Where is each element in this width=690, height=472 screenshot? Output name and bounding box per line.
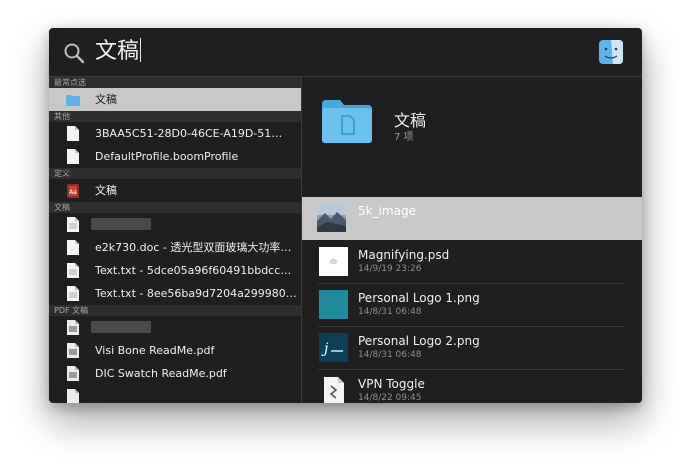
list-item[interactable] [49,213,301,236]
file-row[interactable]: Magnifying.psd 14/9/19 23:26 [302,241,642,284]
search-input[interactable]: 文稿 [95,38,142,66]
section-header-top-hits: 最常点选 [49,77,301,88]
app-document-thumbnail [324,377,344,403]
section-header-other: 其他 [49,111,301,122]
list-item-label: Text.txt - 8ee56ba9d7204a299980… [95,287,297,300]
preview-item-count: 7 项 [394,132,414,143]
list-item[interactable]: DefaultProfile.boomProfile [49,145,301,168]
list-item[interactable]: 3BAA5C51-28D0-46CE-A19D-51… [49,122,301,145]
text-document-icon [67,263,79,278]
document-icon [67,149,79,164]
folder-icon[interactable] [320,98,374,144]
file-name: Personal Logo 1.png [358,291,480,305]
svg-text:Aa: Aa [69,189,77,196]
text-document-icon [67,217,79,232]
list-item[interactable]: Text.txt - 8ee56ba9d7204a299980… [49,282,301,305]
list-item-label: Visi Bone ReadMe.pdf [95,344,215,357]
list-item[interactable] [49,385,301,403]
logo-thumbnail: j [319,333,348,362]
section-header-pdf: PDF 文稿 [49,305,301,316]
list-item-label: 文稿 [95,184,117,197]
pdf-icon [67,366,79,381]
list-item-label: DIC Swatch ReadMe.pdf [95,367,227,380]
file-row[interactable]: Personal Logo 1.png 14/8/31 06:48 [302,284,642,327]
dictionary-icon: Aa [67,184,79,198]
psd-thumbnail [319,247,348,276]
file-row[interactable]: j Personal Logo 2.png 14/8/31 06:48 [302,327,642,370]
list-item-label: e2k730.doc - 透光型双面玻璃大功率… [95,241,292,254]
list-item-label: DefaultProfile.boomProfile [95,150,239,163]
file-date: 14/9/19 23:26 [358,264,422,274]
list-item-label: 3BAA5C51-28D0-46CE-A19D-51… [95,127,283,140]
list-item[interactable] [49,316,301,339]
finder-icon[interactable] [599,40,623,64]
file-name: VPN Toggle [358,377,425,391]
text-caret [140,38,142,62]
list-item[interactable]: Visi Bone ReadMe.pdf [49,339,301,362]
section-header-documents: 文稿 [49,202,301,213]
photo-thumbnail [317,203,346,232]
file-row[interactable]: VPN Toggle 14/8/22 09:45 [302,370,642,403]
file-name: 5k_image [358,204,416,218]
file-row[interactable]: 5k_image [302,197,642,240]
pdf-icon [67,343,79,358]
list-item[interactable]: 文稿 [49,88,301,111]
list-item[interactable]: Aa 文稿 [49,179,301,202]
text-document-icon [67,286,79,301]
document-icon [67,126,79,141]
pdf-icon [67,320,79,335]
redacted-label [91,321,151,333]
preview-pane: 文稿 7 项 5k_image Magnifying.psd 14/9/19 2… [302,77,642,403]
results-list: 最常点选 文稿 其他 3BAA5C51-28D0-46CE-A19D-51… D… [49,77,301,403]
list-item-label: Text.txt - 5dce05a96f60491bbdcc… [95,264,292,277]
folder-icon [66,95,80,106]
file-name: Magnifying.psd [358,248,450,262]
search-bar[interactable]: 文稿 [49,28,642,76]
file-name: Personal Logo 2.png [358,334,480,348]
file-date: 14/8/22 09:45 [358,393,422,403]
section-header-definition: 定义 [49,168,301,179]
file-date: 14/8/31 06:48 [358,350,422,360]
search-query: 文稿 [95,39,140,64]
list-item[interactable]: DIC Swatch ReadMe.pdf [49,362,301,385]
spotlight-window: 文稿 最常点选 文稿 其他 3BAA5C51-28D0-46CE-A19D-51… [49,28,642,403]
document-icon [67,240,79,255]
list-item[interactable]: Text.txt - 5dce05a96f60491bbdcc… [49,259,301,282]
list-item-label: 文稿 [95,93,117,106]
list-item[interactable]: e2k730.doc - 透光型双面玻璃大功率… [49,236,301,259]
pdf-icon [67,389,79,403]
search-icon [64,43,85,64]
redacted-label [91,218,151,230]
file-date: 14/8/31 06:48 [358,307,422,317]
teal-image-thumbnail [319,290,348,319]
